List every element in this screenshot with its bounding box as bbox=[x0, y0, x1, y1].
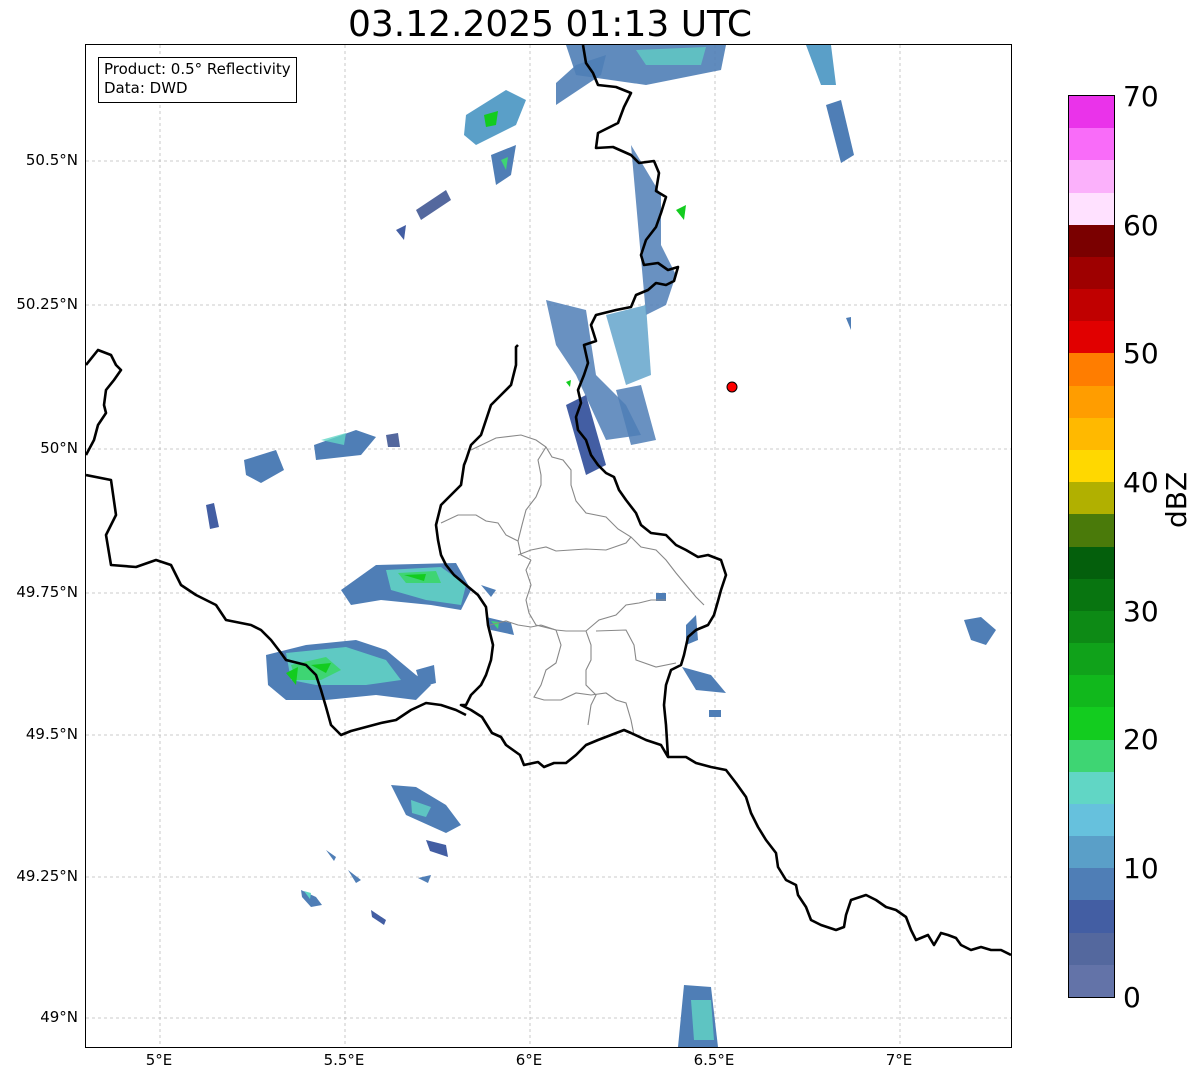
colorbar-segment bbox=[1069, 707, 1114, 741]
colorbar-tick-label: 60 bbox=[1123, 209, 1159, 242]
colorbar-segment bbox=[1069, 289, 1114, 322]
boundary-line bbox=[595, 629, 677, 668]
dbz-colorbar bbox=[1068, 95, 1115, 998]
echo-cell bbox=[846, 317, 851, 330]
colorbar-segment bbox=[1069, 482, 1114, 515]
colorbar-segment bbox=[1069, 643, 1114, 676]
echo-cell bbox=[326, 850, 336, 861]
boundary-line bbox=[440, 514, 532, 561]
lon-tick-label: 6°E bbox=[515, 1051, 543, 1069]
lat-tick-label: 49.25°N bbox=[16, 867, 78, 885]
colorbar-segment bbox=[1069, 610, 1114, 644]
colorbar-tick-label: 30 bbox=[1123, 595, 1159, 628]
echo-cell bbox=[636, 47, 706, 65]
echo-cell bbox=[964, 617, 996, 645]
echo-cell bbox=[606, 305, 651, 385]
colorbar-segment bbox=[1069, 900, 1114, 934]
colorbar-segment bbox=[1069, 868, 1114, 902]
colorbar-tick-label: 20 bbox=[1123, 723, 1159, 756]
lon-tick-label: 7°E bbox=[885, 1051, 913, 1069]
colorbar-segment bbox=[1069, 96, 1114, 129]
colorbar-segment bbox=[1069, 836, 1114, 869]
border-lux-de bbox=[434, 45, 728, 769]
colorbar-segment bbox=[1069, 578, 1114, 612]
lon-tick-label: 5°E bbox=[145, 1051, 173, 1069]
colorbar-segment bbox=[1069, 417, 1114, 451]
echo-cell bbox=[826, 100, 854, 163]
echo-cell bbox=[691, 1000, 714, 1040]
echo-cell bbox=[206, 503, 219, 529]
lat-tick-label: 49.75°N bbox=[16, 583, 78, 601]
colorbar-tick-label: 0 bbox=[1123, 981, 1141, 1014]
colorbar-segment bbox=[1069, 675, 1114, 708]
echo-cell bbox=[709, 710, 721, 717]
echo-cell bbox=[396, 225, 406, 240]
echo-cell bbox=[566, 380, 571, 387]
echo-cell bbox=[682, 667, 726, 693]
colorbar-segment bbox=[1069, 964, 1114, 997]
colorbar-segment bbox=[1069, 321, 1114, 355]
echo-cell bbox=[416, 190, 451, 220]
echo-cell bbox=[676, 205, 686, 220]
colorbar-segment bbox=[1069, 385, 1114, 419]
colorbar-tick-label: 40 bbox=[1123, 466, 1159, 499]
product-info-box: Product: 0.5° Reflectivity Data: DWD bbox=[98, 57, 297, 103]
echo-cell bbox=[301, 890, 322, 907]
colorbar-segment bbox=[1069, 256, 1114, 290]
border-west bbox=[86, 348, 123, 456]
colorbar-segment bbox=[1069, 803, 1114, 837]
radar-map-svg bbox=[86, 45, 1011, 1047]
colorbar-segment bbox=[1069, 546, 1114, 580]
boundary-line bbox=[517, 536, 632, 556]
echo-cell bbox=[481, 585, 496, 597]
boundary-line bbox=[585, 630, 597, 726]
echo-cell bbox=[426, 840, 448, 857]
boundary-line bbox=[533, 624, 562, 701]
echo-cell bbox=[418, 875, 431, 883]
product-label: Product: 0.5° Reflectivity bbox=[104, 60, 291, 78]
colorbar-segment bbox=[1069, 192, 1114, 226]
boundary-line bbox=[560, 692, 635, 736]
colorbar-segment bbox=[1069, 771, 1114, 805]
boundary-line bbox=[525, 559, 666, 632]
colorbar-segment bbox=[1069, 160, 1114, 194]
echo-cell bbox=[386, 433, 400, 447]
colorbar-segment bbox=[1069, 128, 1114, 161]
colorbar-tick-label: 50 bbox=[1123, 337, 1159, 370]
lat-tick-label: 49°N bbox=[40, 1008, 78, 1026]
lat-tick-label: 50.5°N bbox=[25, 151, 78, 169]
map-title: 03.12.2025 01:13 UTC bbox=[347, 4, 753, 45]
echo-cell bbox=[806, 45, 836, 85]
colorbar-tick-label: 70 bbox=[1123, 80, 1159, 113]
lon-tick-label: 5.5°E bbox=[323, 1051, 365, 1069]
colorbar-segment bbox=[1069, 224, 1114, 258]
colorbar-tick-label: 10 bbox=[1123, 852, 1159, 885]
echo-cell bbox=[244, 450, 284, 483]
colorbar-segment bbox=[1069, 739, 1114, 773]
colorbar-segment bbox=[1069, 353, 1114, 387]
lat-tick-label: 50°N bbox=[40, 439, 78, 457]
radar-echoes bbox=[206, 45, 996, 1047]
echo-cell bbox=[371, 910, 386, 925]
radar-map-panel bbox=[85, 44, 1012, 1048]
national-borders bbox=[86, 45, 1011, 957]
colorbar-unit-label: dBZ bbox=[1160, 471, 1193, 528]
radar-site-marker bbox=[726, 381, 738, 393]
data-source-label: Data: DWD bbox=[104, 79, 188, 97]
colorbar-segment bbox=[1069, 932, 1114, 966]
colorbar-segment bbox=[1069, 514, 1114, 548]
border-de-fr bbox=[668, 755, 1011, 957]
echo-cell bbox=[348, 870, 361, 883]
lat-tick-label: 50.25°N bbox=[16, 295, 78, 313]
boundary-line bbox=[517, 446, 547, 542]
lat-tick-label: 49.5°N bbox=[25, 725, 78, 743]
lon-tick-label: 6.5°E bbox=[693, 1051, 735, 1069]
colorbar-segment bbox=[1069, 449, 1114, 483]
